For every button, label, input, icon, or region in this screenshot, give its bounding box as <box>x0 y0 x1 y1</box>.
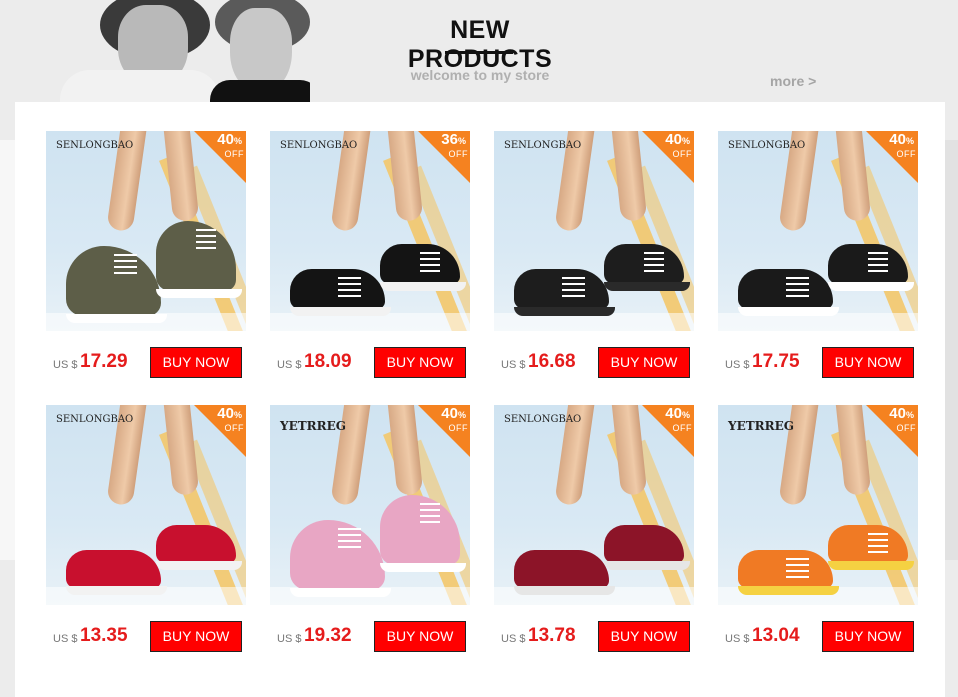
product-card[interactable]: SENLONGBAO 40% OFF US $17.75 BUY NOW <box>718 131 918 381</box>
section-subtitle: welcome to my store <box>410 67 550 83</box>
product-price: 18.09 <box>304 351 352 372</box>
discount-value: 40 <box>217 131 234 148</box>
price-row: US $13.35 BUY NOW <box>46 619 246 653</box>
product-image[interactable]: SENLONGBAO 36% OFF <box>270 131 470 331</box>
currency-label: US $ <box>725 633 750 645</box>
product-price: 17.75 <box>752 351 800 372</box>
discount-badge: 36% OFF <box>414 131 470 187</box>
product-price: 19.32 <box>304 625 352 646</box>
percent-sign: % <box>905 136 914 146</box>
discount-value: 40 <box>665 131 682 148</box>
product-image[interactable]: SENLONGBAO 40% OFF <box>718 131 918 331</box>
product-image[interactable]: SENLONGBAO 40% OFF <box>494 131 694 331</box>
brand-logo: SENLONGBAO <box>728 140 806 151</box>
product-price: 13.35 <box>80 625 128 646</box>
product-grid: SENLONGBAO 40% OFF US $17.29 BUY NOW SENLONGB… <box>15 102 945 697</box>
currency-label: US $ <box>725 359 750 371</box>
buy-now-button[interactable]: BUY NOW <box>598 347 690 378</box>
discount-off-label: OFF <box>448 149 468 159</box>
brand-logo: SENLONGBAO <box>56 140 134 151</box>
section-title: NEW PRODUCTS <box>407 16 553 73</box>
buy-now-button[interactable]: BUY NOW <box>374 621 466 652</box>
price-row: US $19.32 BUY NOW <box>270 619 470 653</box>
percent-sign: % <box>457 136 466 146</box>
price-row: US $17.29 BUY NOW <box>46 345 246 379</box>
buy-now-button[interactable]: BUY NOW <box>150 347 242 378</box>
product-card[interactable]: SENLONGBAO 36% OFF US $18.09 BUY NOW <box>270 131 470 381</box>
currency-label: US $ <box>277 359 302 371</box>
brand-logo: YETRREG <box>280 419 346 433</box>
product-card[interactable]: SENLONGBAO 40% OFF US $13.78 BUY NOW <box>494 405 694 655</box>
currency-label: US $ <box>277 633 302 645</box>
product-card[interactable]: YETRREG 40% OFF US $13.04 BUY NOW <box>718 405 918 655</box>
buy-now-button[interactable]: BUY NOW <box>374 347 466 378</box>
percent-sign: % <box>233 410 242 420</box>
discount-off-label: OFF <box>224 423 244 433</box>
background-edge-right <box>945 140 958 560</box>
discount-off-label: OFF <box>448 423 468 433</box>
discount-badge: 40% OFF <box>638 405 694 461</box>
discount-off-label: OFF <box>672 423 692 433</box>
buy-now-button[interactable]: BUY NOW <box>822 347 914 378</box>
store-page: NEW PRODUCTS welcome to my store more > … <box>0 0 958 697</box>
currency-label: US $ <box>501 633 526 645</box>
discount-badge: 40% OFF <box>638 131 694 187</box>
discount-value: 40 <box>889 405 906 422</box>
product-price: 16.68 <box>528 351 576 372</box>
brand-logo: SENLONGBAO <box>504 414 582 425</box>
price-row: US $18.09 BUY NOW <box>270 345 470 379</box>
product-image[interactable]: SENLONGBAO 40% OFF <box>46 405 246 605</box>
currency-label: US $ <box>53 633 78 645</box>
product-price: 17.29 <box>80 351 128 372</box>
product-card[interactable]: YETRREG 40% OFF US $19.32 BUY NOW <box>270 405 470 655</box>
product-image[interactable]: SENLONGBAO 40% OFF <box>46 131 246 331</box>
product-image[interactable]: YETRREG 40% OFF <box>270 405 470 605</box>
currency-label: US $ <box>53 359 78 371</box>
product-price: 13.04 <box>752 625 800 646</box>
discount-badge: 40% OFF <box>862 131 918 187</box>
discount-badge: 40% OFF <box>190 131 246 187</box>
discount-value: 40 <box>441 405 458 422</box>
price-row: US $17.75 BUY NOW <box>718 345 918 379</box>
models-banner-image <box>60 0 310 102</box>
buy-now-button[interactable]: BUY NOW <box>150 621 242 652</box>
brand-logo: SENLONGBAO <box>504 140 582 151</box>
price-row: US $16.68 BUY NOW <box>494 345 694 379</box>
discount-value: 40 <box>889 131 906 148</box>
discount-value: 40 <box>665 405 682 422</box>
discount-value: 40 <box>217 405 234 422</box>
discount-badge: 40% OFF <box>414 405 470 461</box>
title-underline <box>445 51 513 54</box>
discount-off-label: OFF <box>896 149 916 159</box>
price-row: US $13.78 BUY NOW <box>494 619 694 653</box>
discount-off-label: OFF <box>896 423 916 433</box>
discount-badge: 40% OFF <box>862 405 918 461</box>
discount-off-label: OFF <box>672 149 692 159</box>
product-card[interactable]: SENLONGBAO 40% OFF US $17.29 BUY NOW <box>46 131 246 381</box>
percent-sign: % <box>681 136 690 146</box>
percent-sign: % <box>905 410 914 420</box>
brand-logo: YETRREG <box>728 419 794 433</box>
percent-sign: % <box>457 410 466 420</box>
more-link[interactable]: more > <box>770 73 816 89</box>
discount-badge: 40% OFF <box>190 405 246 461</box>
percent-sign: % <box>233 136 242 146</box>
currency-label: US $ <box>501 359 526 371</box>
product-card[interactable]: SENLONGBAO 40% OFF US $13.35 BUY NOW <box>46 405 246 655</box>
discount-value: 36 <box>441 131 458 148</box>
product-price: 13.78 <box>528 625 576 646</box>
buy-now-button[interactable]: BUY NOW <box>822 621 914 652</box>
product-card[interactable]: SENLONGBAO 40% OFF US $16.68 BUY NOW <box>494 131 694 381</box>
product-image[interactable]: SENLONGBAO 40% OFF <box>494 405 694 605</box>
percent-sign: % <box>681 410 690 420</box>
brand-logo: SENLONGBAO <box>280 140 358 151</box>
discount-off-label: OFF <box>224 149 244 159</box>
product-image[interactable]: YETRREG 40% OFF <box>718 405 918 605</box>
price-row: US $13.04 BUY NOW <box>718 619 918 653</box>
buy-now-button[interactable]: BUY NOW <box>598 621 690 652</box>
brand-logo: SENLONGBAO <box>56 414 134 425</box>
